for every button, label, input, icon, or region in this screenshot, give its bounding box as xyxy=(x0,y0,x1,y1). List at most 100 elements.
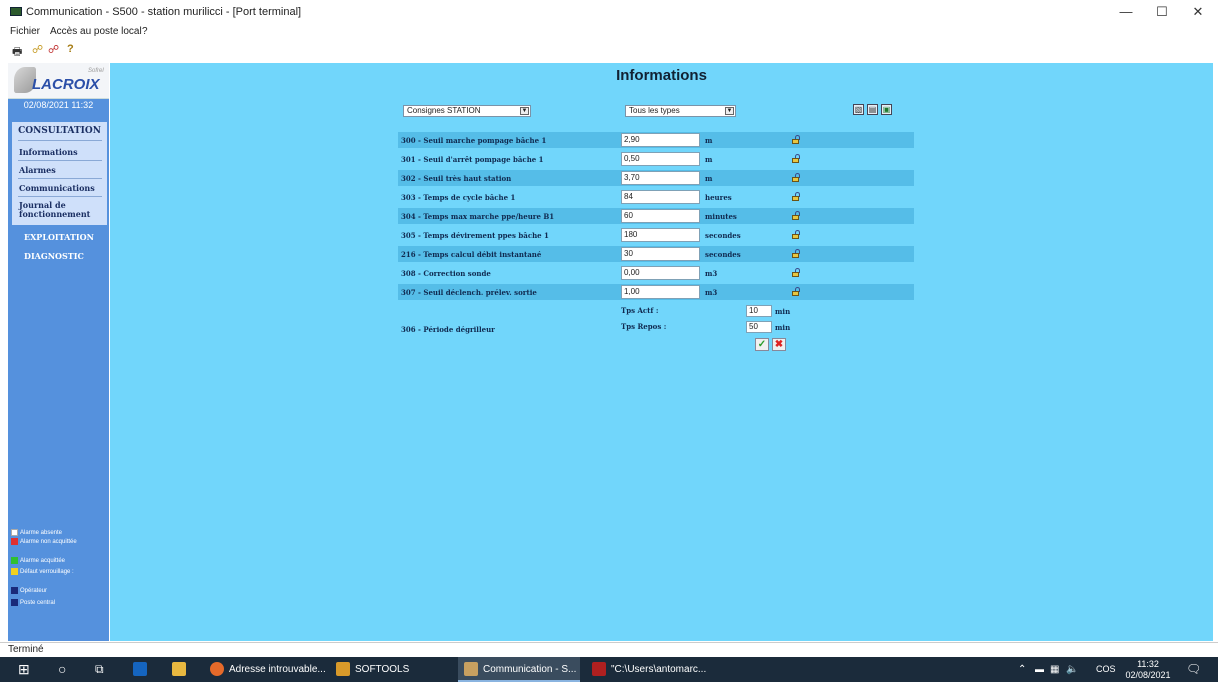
setting-unit: m3 xyxy=(705,288,718,297)
setting-value-input[interactable]: 30 xyxy=(621,247,700,261)
unlock-icon[interactable] xyxy=(792,173,800,183)
setting-value-input[interactable]: 3,70 xyxy=(621,171,700,185)
menu-local-access[interactable]: Accès au poste local xyxy=(50,26,142,37)
window-title: Communication - S500 - station murilicci… xyxy=(26,6,302,18)
app-window-icon xyxy=(592,662,606,677)
chevron-down-icon[interactable]: ▼ xyxy=(725,107,734,115)
sidebar-item-informations[interactable]: Informations xyxy=(19,148,78,157)
taskbar-item-communication[interactable]: Communication - S... xyxy=(458,657,580,682)
export-image-icon[interactable]: ▧ xyxy=(853,104,864,115)
table-row: 216 - Temps calcul débit instantané 30 s… xyxy=(398,246,914,262)
legend-alarm-unack: Alarme non acquittée xyxy=(11,538,101,546)
unlock-icon[interactable] xyxy=(792,230,800,240)
export-excel-icon[interactable]: ▣ xyxy=(881,104,892,115)
tray-volume-icon[interactable]: 🔈 xyxy=(1066,657,1078,682)
print-icon[interactable]: 🖶 xyxy=(12,43,22,62)
setting-label: 302 - Seuil très haut station xyxy=(401,174,512,183)
file-explorer-icon[interactable] xyxy=(172,657,191,682)
active-time-label: Tps Actf : xyxy=(621,306,659,315)
unlock-icon[interactable] xyxy=(792,287,800,297)
unlock-icon[interactable] xyxy=(792,135,800,145)
taskbar-clock[interactable]: 11:32 02/08/2021 xyxy=(1118,659,1178,681)
logo-sub: Sofrel xyxy=(88,68,104,74)
unlock-icon[interactable] xyxy=(792,268,800,278)
legend-operator: Opérateur xyxy=(11,587,47,595)
connect-icon[interactable]: ☍ xyxy=(32,43,43,56)
menu-file[interactable]: Fichier xyxy=(10,26,40,37)
export-table-icon[interactable]: ▤ xyxy=(867,104,878,115)
warning-icon xyxy=(11,568,18,575)
divider xyxy=(18,178,102,179)
minimize-button[interactable]: — xyxy=(1114,4,1138,19)
divider xyxy=(18,160,102,161)
consultation-header[interactable]: CONSULTATION xyxy=(12,126,107,136)
tray-chevron-icon[interactable]: ⌃ xyxy=(1018,657,1026,682)
notification-icon[interactable]: 🗨 xyxy=(1186,657,1201,682)
bell-icon xyxy=(11,557,18,564)
table-row: 302 - Seuil très haut station 3,70 m xyxy=(398,170,914,186)
unlock-icon[interactable] xyxy=(792,192,800,202)
setting-value-input[interactable]: 2,90 xyxy=(621,133,700,147)
maximize-button[interactable]: ☐ xyxy=(1150,4,1174,20)
app-icon xyxy=(10,7,22,16)
setting-value-input[interactable]: 60 xyxy=(621,209,700,223)
taskbar-item-path[interactable]: "C:\Users\antomarc... xyxy=(588,657,716,682)
taskbar-item-firefox[interactable]: Adresse introuvable... xyxy=(210,657,328,682)
sidebar-item-alarmes[interactable]: Alarmes xyxy=(19,166,56,175)
setting-label: 307 - Seuil déclench. prélev. sortie xyxy=(401,288,537,297)
table-row: 305 - Temps dévirement ppes bâche 1 180 … xyxy=(398,227,914,243)
setting-value-input[interactable]: 180 xyxy=(621,228,700,242)
bell-icon xyxy=(11,538,18,545)
sidebar-item-communications[interactable]: Communications xyxy=(19,184,95,193)
outlook-icon[interactable] xyxy=(133,657,152,682)
category-select-value: Consignes STATION xyxy=(407,106,481,115)
logo-brand: LACROIX xyxy=(32,76,100,93)
toolbar: 🖶 ☍ ☍ ? xyxy=(0,40,1218,61)
operator-icon xyxy=(11,587,18,594)
table-row: 304 - Temps max marche ppe/heure B1 60 m… xyxy=(398,208,914,224)
setting-unit: minutes xyxy=(705,212,737,221)
cancel-button[interactable]: ✖ xyxy=(772,338,786,351)
table-row: 308 - Correction sonde 0,00 m3 xyxy=(398,265,914,281)
unlock-icon[interactable] xyxy=(792,249,800,259)
close-button[interactable]: ✕ xyxy=(1186,4,1210,20)
rest-time-unit: min xyxy=(775,323,791,332)
consultation-panel: CONSULTATION Informations Alarmes Commun… xyxy=(12,122,107,225)
setting-value-input[interactable]: 0,50 xyxy=(621,152,700,166)
window-titlebar: Communication - S500 - station murilicci… xyxy=(0,0,1218,24)
table-row: 303 - Temps de cycle bâche 1 84 heures xyxy=(398,189,914,205)
tray-network-icon[interactable]: ▦ xyxy=(1050,657,1059,682)
tray-battery-icon[interactable]: ▬ xyxy=(1035,657,1044,682)
task-view-icon[interactable]: ⧉ xyxy=(95,657,104,682)
category-select[interactable]: Consignes STATION ▼ xyxy=(403,105,531,117)
help-icon[interactable]: ? xyxy=(67,43,74,55)
setting-value-input[interactable]: 1,00 xyxy=(621,285,700,299)
tray-language[interactable]: COS xyxy=(1096,657,1116,682)
unlock-icon[interactable] xyxy=(792,211,800,221)
legend-central: Poste central xyxy=(11,599,55,607)
setting-label: 304 - Temps max marche ppe/heure B1 xyxy=(401,212,555,221)
unlock-icon[interactable] xyxy=(792,154,800,164)
taskbar-item-softools[interactable]: SOFTOOLS xyxy=(336,657,451,682)
sidebar-item-diagnostic[interactable]: DIAGNOSTIC xyxy=(24,251,84,261)
active-time-input[interactable]: 10 xyxy=(746,305,772,317)
sidebar: LACROIX Sofrel 02/08/2021 11:32 CONSULTA… xyxy=(8,63,109,641)
rest-time-input[interactable]: 50 xyxy=(746,321,772,333)
disconnect-icon[interactable]: ☍ xyxy=(48,43,59,56)
bell-icon xyxy=(11,529,18,536)
search-icon[interactable]: ○ xyxy=(58,657,66,682)
type-select[interactable]: Tous les types ▼ xyxy=(625,105,736,117)
menu-help[interactable]: ? xyxy=(142,26,148,37)
setting-value-input[interactable]: 0,00 xyxy=(621,266,700,280)
setting-unit: secondes xyxy=(705,250,741,259)
firefox-icon xyxy=(210,662,224,677)
legend-alarm-ack: Alarme acquittée xyxy=(11,557,65,565)
sidebar-item-journal[interactable]: Journal de fonctionnement xyxy=(19,201,107,219)
chevron-down-icon[interactable]: ▼ xyxy=(520,107,529,115)
confirm-button[interactable]: ✓ xyxy=(755,338,769,351)
start-button[interactable]: ⊞ xyxy=(18,657,30,682)
station-date: 02/08/2021 11:32 xyxy=(23,100,94,110)
setting-unit: m3 xyxy=(705,269,718,278)
setting-value-input[interactable]: 84 xyxy=(621,190,700,204)
sidebar-item-exploitation[interactable]: EXPLOITATION xyxy=(24,232,94,242)
